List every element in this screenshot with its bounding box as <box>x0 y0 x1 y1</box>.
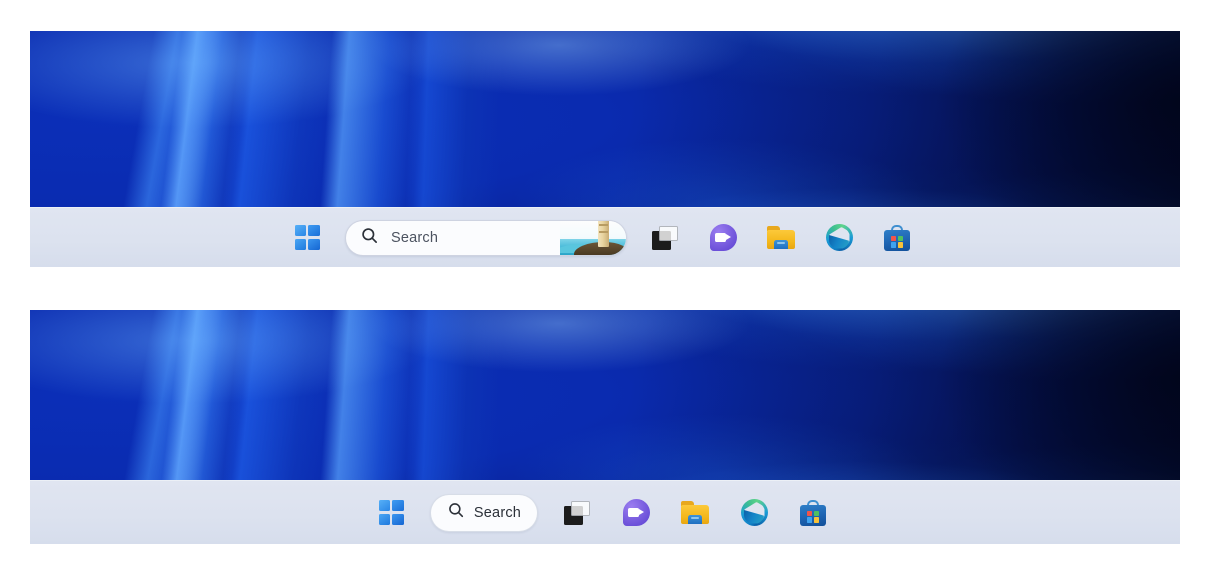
search-input[interactable]: Search <box>345 219 627 256</box>
task-view-button[interactable] <box>557 493 597 533</box>
lighthouse-lamp <box>600 220 607 222</box>
chat-button[interactable] <box>703 218 743 258</box>
folder-icon <box>681 501 709 524</box>
start-button[interactable] <box>371 493 411 533</box>
wallpaper-shade-layer <box>30 310 1180 480</box>
windows-logo-icon <box>294 225 320 250</box>
edge-button[interactable] <box>819 218 859 258</box>
store-icon <box>884 224 910 251</box>
store-button[interactable] <box>877 218 917 258</box>
chat-button[interactable] <box>616 493 656 533</box>
taskbar-icon-tray: Search <box>287 218 917 258</box>
task-view-icon <box>652 225 678 250</box>
windows-logo-icon <box>378 500 404 525</box>
taskbar-icon-tray: Search <box>371 493 833 533</box>
desktop-wallpaper <box>30 31 1180 207</box>
edge-button[interactable] <box>734 493 774 533</box>
search-button[interactable]: Search <box>430 493 538 532</box>
task-view-button[interactable] <box>645 218 685 258</box>
store-button[interactable] <box>793 493 833 533</box>
desktop-wallpaper <box>30 310 1180 480</box>
folder-icon <box>767 226 795 249</box>
search-icon <box>360 226 379 250</box>
desktop-panel-bottom: Search <box>30 310 1180 544</box>
task-view-icon <box>564 500 590 525</box>
wallpaper-shade-layer <box>30 31 1180 207</box>
chat-icon <box>709 224 737 251</box>
edge-icon <box>825 224 853 251</box>
start-button[interactable] <box>287 218 327 258</box>
lighthouse-tower <box>598 220 609 248</box>
search-placeholder-text: Search <box>391 229 439 246</box>
search-icon <box>447 501 465 524</box>
desktop-panel-top: Search <box>30 31 1180 267</box>
file-explorer-button[interactable] <box>675 493 715 533</box>
chat-icon <box>622 499 650 526</box>
edge-icon <box>740 499 768 526</box>
search-label: Search <box>473 504 522 521</box>
bing-lighthouse-image[interactable] <box>560 220 626 255</box>
file-explorer-button[interactable] <box>761 218 801 258</box>
taskbar: Search <box>30 207 1180 267</box>
store-icon <box>800 499 826 526</box>
taskbar: Search <box>30 480 1180 544</box>
